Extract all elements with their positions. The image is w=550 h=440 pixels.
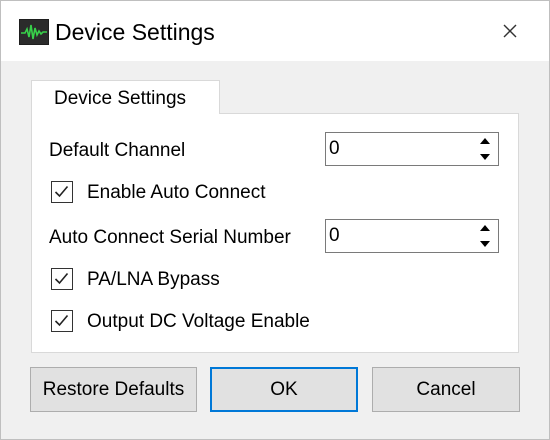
spin-down-button[interactable]: [472, 149, 498, 165]
output-dc-voltage-label[interactable]: Output DC Voltage Enable: [87, 310, 310, 334]
auto-connect-serial-spinbox[interactable]: 0: [325, 219, 499, 253]
tab-device-settings[interactable]: Device Settings: [31, 80, 220, 114]
checkmark-icon: [54, 314, 69, 327]
checkmark-icon: [54, 272, 69, 285]
arrow-down-icon: [480, 241, 490, 247]
tab-label: Device Settings: [54, 88, 187, 109]
arrow-down-icon: [480, 154, 490, 160]
auto-connect-serial-label: Auto Connect Serial Number: [49, 227, 291, 248]
waveform-app-icon: [19, 19, 49, 45]
enable-auto-connect-checkbox[interactable]: [51, 181, 73, 203]
auto-connect-serial-value[interactable]: 0: [329, 220, 340, 252]
spin-down-button[interactable]: [472, 236, 498, 252]
restore-defaults-button[interactable]: Restore Defaults: [30, 367, 197, 412]
checkmark-icon: [54, 185, 69, 198]
spin-buttons: [472, 220, 498, 252]
pa-lna-bypass-checkbox[interactable]: [51, 268, 73, 290]
window-title: Device Settings: [55, 19, 215, 45]
default-channel-spinbox[interactable]: 0: [325, 132, 499, 166]
enable-auto-connect-label[interactable]: Enable Auto Connect: [87, 181, 266, 205]
close-icon: [503, 24, 517, 38]
title-bar[interactable]: Device Settings: [1, 1, 549, 61]
arrow-up-icon: [480, 225, 490, 231]
pa-lna-bypass-label[interactable]: PA/LNA Bypass: [87, 268, 220, 292]
spin-buttons: [472, 133, 498, 165]
arrow-up-icon: [480, 138, 490, 144]
default-channel-label: Default Channel: [49, 140, 186, 161]
default-channel-value[interactable]: 0: [329, 133, 340, 165]
device-settings-dialog: Device Settings Device Settings Default …: [0, 0, 550, 440]
spin-up-button[interactable]: [472, 133, 498, 149]
cancel-button[interactable]: Cancel: [372, 367, 520, 412]
output-dc-voltage-checkbox[interactable]: [51, 310, 73, 332]
ok-button[interactable]: OK: [210, 367, 358, 412]
spin-up-button[interactable]: [472, 220, 498, 236]
close-button[interactable]: [491, 13, 529, 49]
